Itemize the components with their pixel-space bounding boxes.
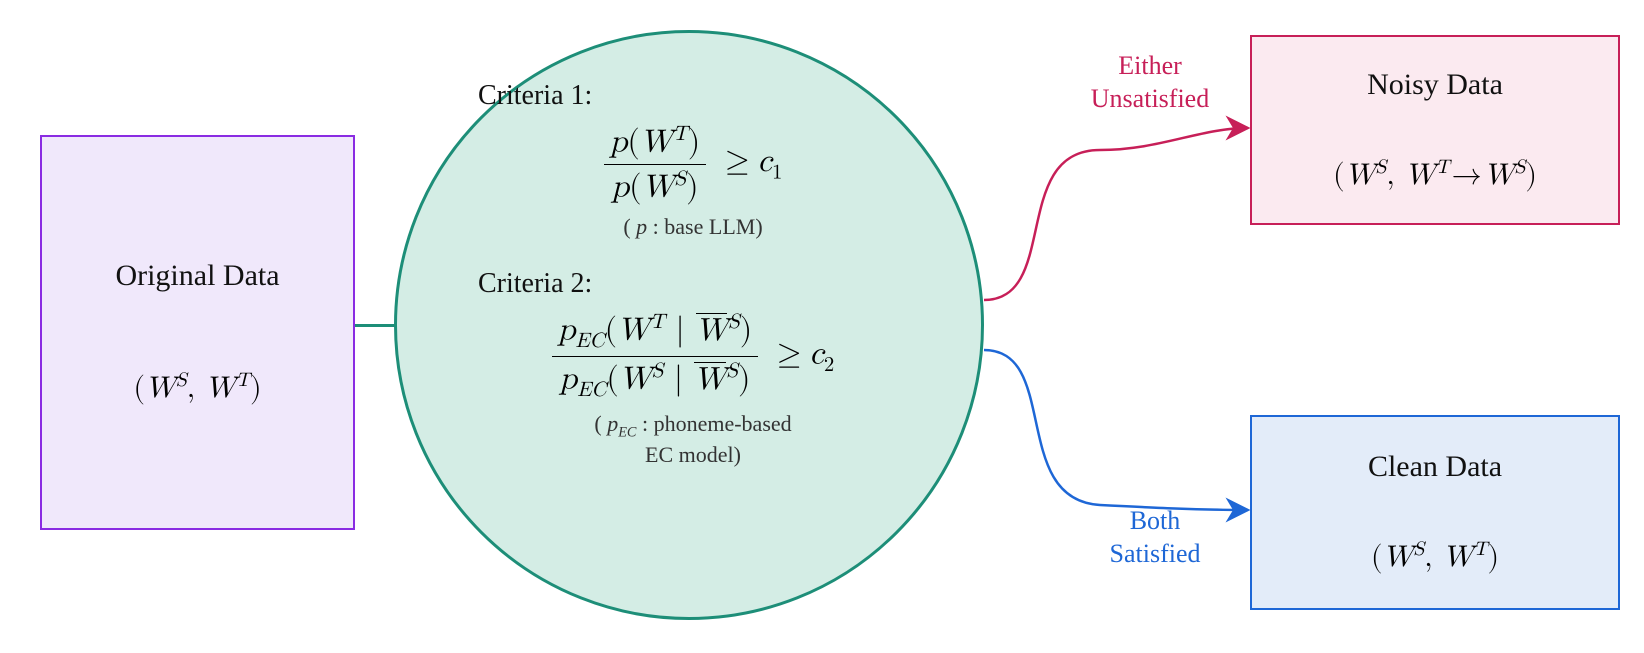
original-data-expression: (WS, WT)	[133, 368, 261, 406]
connector-original-to-criteria	[355, 324, 396, 327]
edge-label-unsatisfied: EitherUnsatisfied	[1060, 50, 1240, 115]
criteria-1-note: ( p : base LLM)	[478, 214, 908, 240]
criteria-2-heading: Criteria 2:	[478, 268, 908, 300]
clean-data-box: Clean Data (WS, WT)	[1250, 415, 1620, 610]
arrow-to-clean	[984, 350, 1248, 510]
criteria-1-formula: p(WT) p(WS) ≥c1	[478, 122, 908, 206]
original-data-title: Original Data	[115, 259, 279, 293]
criteria-2-note: ( pEC : phoneme-based EC model)	[478, 411, 908, 467]
arrow-to-noisy	[984, 128, 1248, 300]
noisy-data-title: Noisy Data	[1367, 68, 1503, 102]
criteria-2: Criteria 2: pEC(WT | WS) pEC(WS | WS) ≥c…	[478, 268, 908, 467]
noisy-data-box: Noisy Data (WS, WT→WS)	[1250, 35, 1620, 225]
noisy-data-expression: (WS, WT→WS)	[1333, 155, 1537, 193]
criteria-1: Criteria 1: p(WT) p(WS) ≥c1 ( p : base L…	[478, 80, 908, 240]
criteria-1-heading: Criteria 1:	[478, 80, 908, 112]
criteria-content: Criteria 1: p(WT) p(WS) ≥c1 ( p : base L…	[478, 80, 908, 496]
criteria-2-formula: pEC(WT | WS) pEC(WS | WS) ≥c2	[478, 310, 908, 403]
clean-data-title: Clean Data	[1368, 450, 1502, 484]
clean-data-expression: (WS, WT)	[1371, 537, 1499, 575]
original-data-box: Original Data (WS, WT)	[40, 135, 355, 530]
edge-label-satisfied: BothSatisfied	[1075, 505, 1235, 570]
